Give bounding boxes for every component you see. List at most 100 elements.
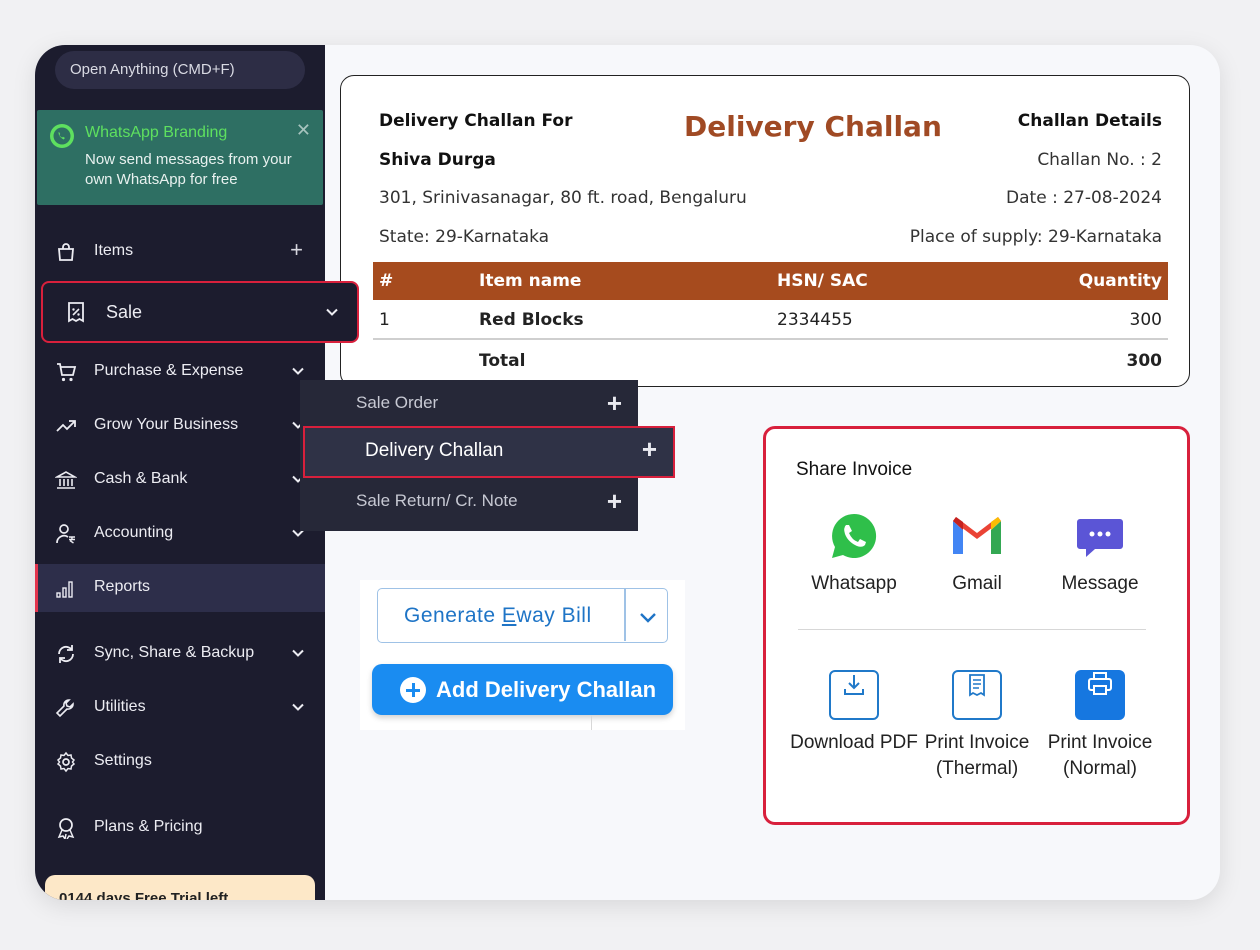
whatsapp-banner[interactable]: WhatsApp Branding Now send messages from… (37, 110, 323, 205)
share-invoice-panel: Share Invoice Whatsapp Gmail Message Dow… (763, 426, 1190, 825)
wrench-icon (55, 699, 74, 718)
search-input[interactable]: Open Anything (CMD+F) (55, 51, 305, 89)
shopping-bag-icon (58, 243, 74, 261)
sidebar-item-label: Plans & Pricing (94, 818, 203, 835)
table-row: 1 Red Blocks 2334455 300 (373, 301, 1168, 339)
cell-item-name: Red Blocks (479, 310, 584, 330)
customer-name: Shiva Durga (379, 150, 496, 170)
sidebar-item-label: Cash & Bank (94, 470, 188, 487)
column-header: Quantity (1078, 271, 1162, 291)
sidebar-item-label: Items (94, 242, 134, 259)
message-icon (1077, 519, 1123, 557)
gear-icon (56, 751, 76, 773)
sidebar-item-label: Purchase & Expense (94, 362, 244, 379)
challan-for-label: Delivery Challan For (379, 111, 573, 131)
sidebar-item-accounting[interactable]: Accounting (35, 510, 325, 558)
option-label: Message (1061, 573, 1139, 594)
sidebar-item-label: Sale (106, 302, 143, 322)
share-divider (798, 629, 1146, 630)
sidebar-item-sync-share-backup[interactable]: Sync, Share & Backup (35, 630, 325, 678)
receipt-icon (952, 670, 1002, 720)
plus-icon[interactable]: + (607, 388, 622, 419)
challan-table-header: # Item name HSN/ SAC Quantity (373, 262, 1168, 300)
challan-title: Delivery Challan (684, 110, 942, 143)
receipt-percent-icon (68, 302, 84, 323)
generate-eway-bill-button[interactable]: Generate Eway Bill (377, 588, 668, 643)
plus-icon[interactable]: + (290, 239, 303, 261)
bank-icon (55, 471, 77, 489)
total-label: Total (479, 351, 526, 371)
sidebar-item-utilities[interactable]: Utilities (35, 684, 325, 732)
submenu-item-delivery-challan[interactable]: Delivery Challan + (303, 426, 675, 478)
sidebar-item-label: Sync, Share & Backup (94, 644, 255, 661)
sidebar-item-settings[interactable]: Settings (35, 738, 325, 786)
plus-icon[interactable]: + (642, 434, 657, 465)
option-label: Print Invoice (Thermal) (924, 732, 1030, 779)
delivery-challan-preview: Delivery Challan For Delivery Challan Ch… (340, 75, 1190, 387)
submenu-item-label: Sale Return/ Cr. Note (356, 491, 518, 510)
sidebar-item-label: Grow Your Business (94, 416, 239, 433)
submenu-item-sale-order[interactable]: Sale Order + (300, 380, 638, 428)
chevron-down-icon (326, 308, 338, 316)
print-thermal-option[interactable]: Print Invoice (Thermal) (912, 670, 1042, 782)
trial-banner[interactable]: 0144 days Free Trial left (45, 875, 315, 900)
add-challan-label: Add Delivery Challan (436, 677, 657, 702)
sidebar-item-cash-bank[interactable]: Cash & Bank (35, 456, 325, 504)
cell-hsn: 2334455 (777, 310, 853, 330)
challan-details-label: Challan Details (1017, 111, 1162, 131)
challan-number: Challan No. : 2 (1037, 150, 1162, 170)
whatsapp-icon (50, 124, 74, 148)
gmail-icon (953, 517, 1001, 554)
sidebar-item-grow-business[interactable]: Grow Your Business (35, 402, 325, 450)
sidebar-item-label: Accounting (94, 524, 174, 541)
bar-chart-icon (56, 581, 73, 598)
download-icon (829, 670, 879, 720)
chevron-down-icon[interactable] (638, 607, 658, 627)
whatsapp-icon (832, 513, 877, 558)
sidebar-item-reports[interactable]: Reports (35, 564, 325, 612)
chevron-down-icon (292, 703, 304, 711)
column-header: HSN/ SAC (777, 271, 868, 291)
eway-button-label: Generate Eway Bill (404, 604, 592, 627)
chevron-down-icon (292, 367, 304, 375)
share-message-option[interactable]: Message (1035, 511, 1165, 597)
total-value: 300 (1126, 351, 1163, 371)
printer-icon (1075, 670, 1125, 720)
sidebar-item-purchase-expense[interactable]: Purchase & Expense (35, 348, 325, 396)
chevron-down-icon (292, 649, 304, 657)
whatsapp-banner-title: WhatsApp Branding (85, 124, 228, 141)
option-label: Whatsapp (811, 573, 897, 594)
sidebar-item-items[interactable]: Items + (35, 228, 325, 276)
share-whatsapp-option[interactable]: Whatsapp (789, 511, 919, 597)
table-total-row: Total 300 (373, 342, 1168, 380)
close-icon[interactable]: ✕ (296, 120, 311, 141)
sidebar-item-label: Reports (94, 578, 151, 595)
trending-up-icon (56, 420, 76, 432)
sidebar-item-plans-pricing[interactable]: Plans & Pricing (35, 804, 325, 852)
customer-address: 301, Srinivasanagar, 80 ft. road, Bengal… (379, 188, 747, 208)
option-label: Gmail (952, 573, 1002, 594)
sidebar-item-sale[interactable]: Sale (41, 281, 359, 343)
option-label: Download PDF (790, 732, 918, 753)
sale-submenu: Sale Order + Delivery Challan + Sale Ret… (300, 380, 675, 531)
column-header: # (379, 271, 394, 291)
download-pdf-option[interactable]: Download PDF (789, 670, 919, 756)
place-of-supply: Place of supply: 29-Karnataka (909, 227, 1162, 247)
table-divider (373, 338, 1168, 340)
plus-icon[interactable]: + (607, 486, 622, 517)
print-normal-option[interactable]: Print Invoice (Normal) (1035, 670, 1165, 782)
sidebar-item-label: Utilities (94, 698, 146, 715)
sidebar: Open Anything (CMD+F) WhatsApp Branding … (35, 45, 359, 900)
add-delivery-challan-button[interactable]: Add Delivery Challan (372, 664, 673, 715)
sidebar-item-label: Settings (94, 752, 152, 769)
cart-icon (57, 363, 77, 382)
customer-state: State: 29-Karnataka (379, 227, 550, 247)
submenu-item-label: Delivery Challan (365, 440, 504, 461)
plus-circle-icon (400, 677, 426, 703)
whatsapp-banner-description: Now send messages from your own WhatsApp… (85, 151, 292, 188)
badge-icon (57, 818, 75, 839)
user-rupee-icon (56, 524, 75, 544)
share-gmail-option[interactable]: Gmail (912, 511, 1042, 597)
button-divider (624, 589, 626, 641)
submenu-item-sale-return[interactable]: Sale Return/ Cr. Note + (300, 478, 638, 526)
